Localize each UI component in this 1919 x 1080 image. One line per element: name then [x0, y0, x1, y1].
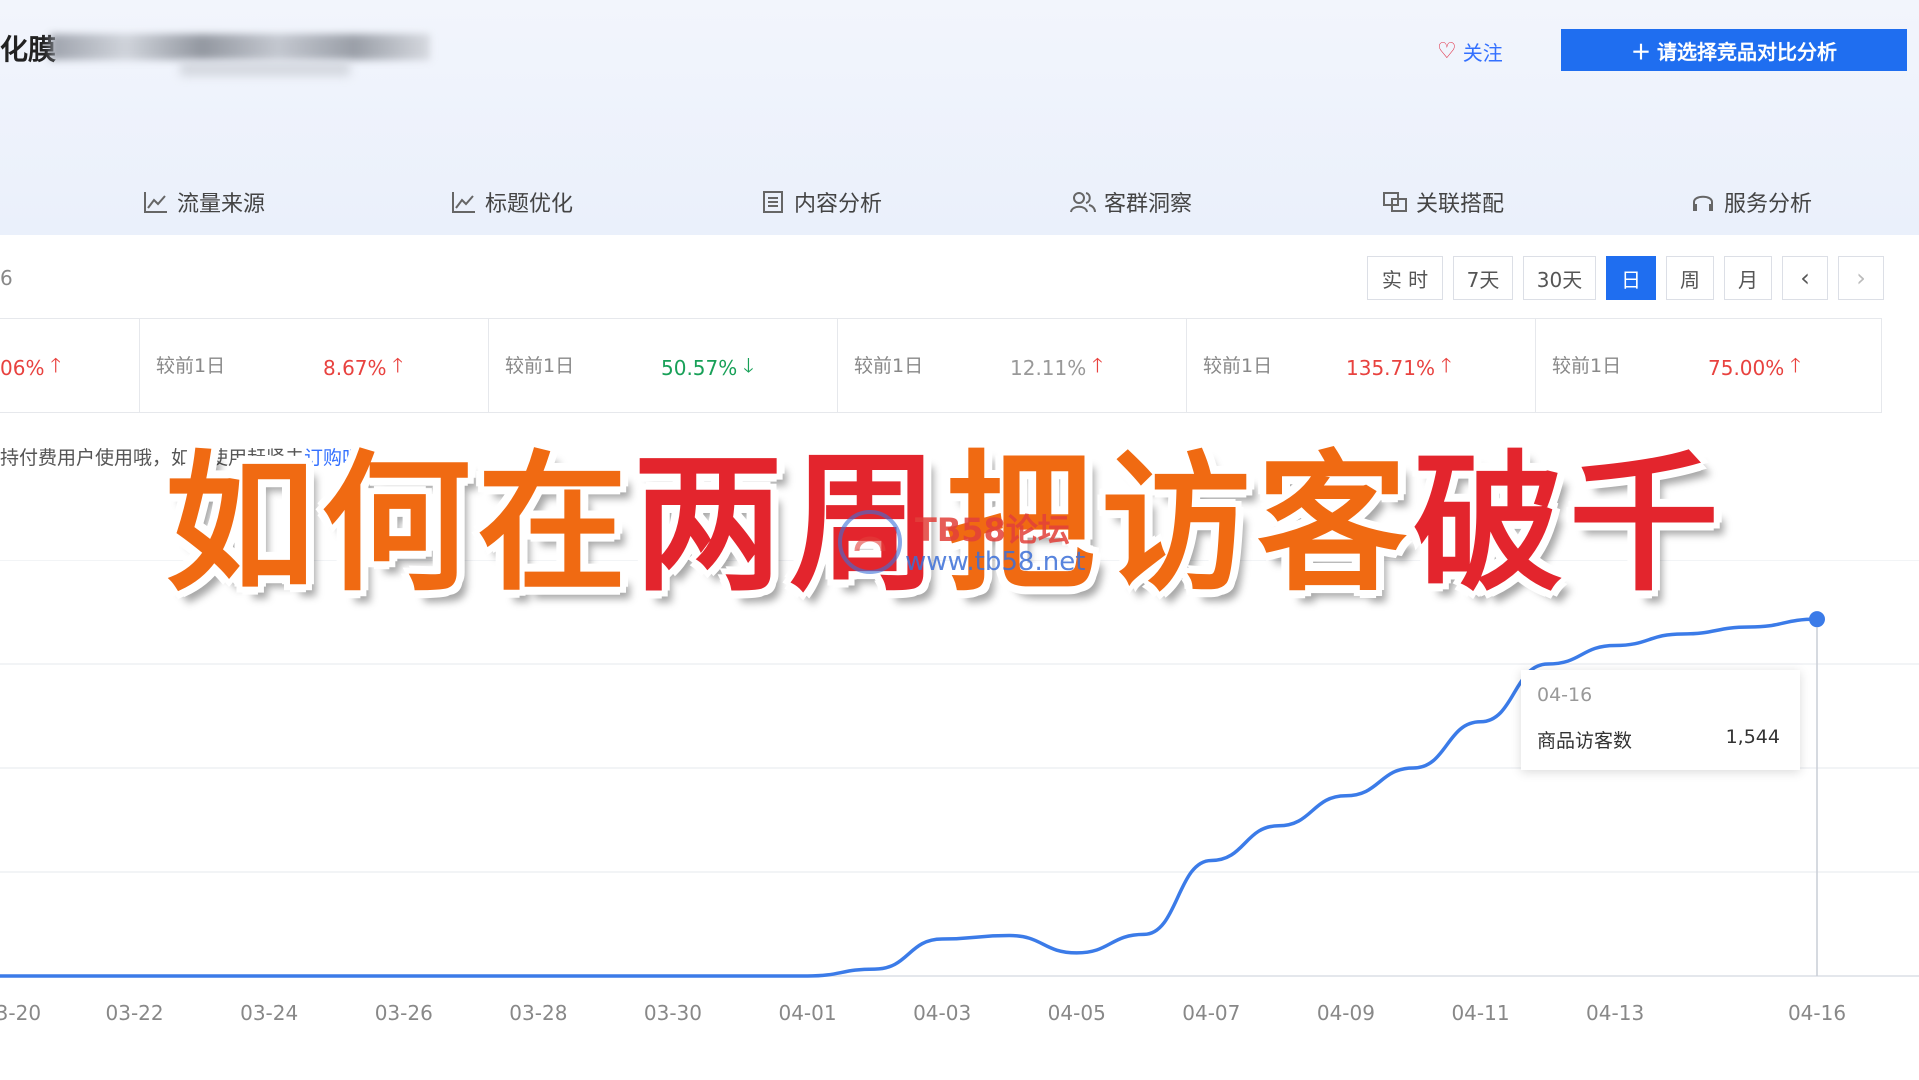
stat-label: 较前1日: [156, 355, 226, 377]
stat-label: 较前1日: [1552, 355, 1622, 377]
x-tick-label: 04-07: [1182, 1001, 1240, 1025]
document-icon: [763, 191, 783, 213]
headline-part-1: 如何在: [165, 438, 634, 612]
period-7day-button[interactable]: 7天: [1453, 256, 1513, 300]
tab-label: 流量来源: [177, 192, 266, 217]
follow-label: 关注: [1462, 40, 1503, 65]
stat-value: 75.00% 🡑: [1708, 351, 1801, 385]
stat-label: 较前1日: [505, 355, 575, 377]
tab-label: 关联搭配: [1416, 192, 1505, 217]
compare-label: 请选择竞品对比分析: [1657, 39, 1837, 64]
stat-cell: 较前1日 8.67% 🡑: [140, 319, 489, 412]
stat-value: 06% 🡑: [0, 351, 61, 385]
stat-label: 较前1日: [854, 355, 924, 377]
arrow-up-icon: 🡑: [50, 353, 61, 377]
stat-label: 较前1日: [1203, 355, 1273, 377]
tooltip-value: 1,544: [1725, 726, 1780, 748]
forum-watermark: TB58论坛 www.tb58.net: [835, 505, 1095, 585]
line-chart-icon: [452, 192, 475, 213]
header: 化膜 ♡ 关注 ＋ 请选择竞品对比分析: [0, 0, 1919, 120]
prev-period-button[interactable]: ‹: [1782, 256, 1828, 300]
x-tick-label: 03-24: [240, 1001, 298, 1025]
x-tick-label: 04-13: [1586, 1001, 1644, 1025]
toolbar-left-fragment: 6: [0, 266, 13, 290]
x-tick-label: 04-01: [778, 1001, 836, 1025]
visitor-line-chart: 03-20 03-22 03-24 03-26 03-28 03-30 04-01 04-03…: [0, 560, 1919, 1025]
arrow-down-icon: 🡓: [743, 353, 754, 377]
link-box-icon: [1383, 192, 1407, 212]
follow-button[interactable]: ♡ 关注: [1437, 36, 1503, 66]
chart-tooltip: 04-16 商品访客数 1,544: [1521, 670, 1800, 770]
analysis-tabs: 流量来源 标题优化 内容分析 客群洞察 关联搭配 服务分析: [0, 170, 1919, 234]
forum-logo-icon: [838, 510, 902, 574]
plus-icon: ＋: [1631, 39, 1651, 64]
headline-part-4: 破千: [1413, 438, 1726, 612]
stat-cell: 较前1日 135.71% 🡑: [1187, 319, 1536, 412]
tab-label: 客群洞察: [1104, 192, 1193, 217]
x-tick-label: 03-22: [106, 1001, 164, 1025]
watermark-line-1: TB58论坛: [915, 511, 1070, 549]
tab-label: 内容分析: [794, 192, 883, 217]
heart-icon: ♡: [1437, 38, 1457, 64]
tab-title-optimize[interactable]: 标题优化: [451, 186, 573, 218]
watermark-line-2: www.tb58.net: [905, 547, 1086, 577]
chevron-right-icon: ›: [1856, 264, 1866, 292]
arrow-up-icon: 🡑: [392, 353, 403, 377]
compare-analysis-button[interactable]: ＋ 请选择竞品对比分析: [1561, 29, 1907, 71]
chevron-left-icon: ‹: [1800, 264, 1810, 292]
period-realtime-button[interactable]: 实 时: [1367, 256, 1443, 300]
stat-cell: 较前1日 75.00% 🡑: [1536, 319, 1882, 412]
blurred-title-text-2: [180, 62, 350, 76]
period-day-button[interactable]: 日: [1606, 256, 1656, 300]
tab-audience-insight[interactable]: 客群洞察: [1070, 186, 1192, 218]
period-30day-button[interactable]: 30天: [1523, 256, 1596, 300]
x-tick-label: 04-05: [1048, 1001, 1106, 1025]
stat-cell: 较前1日 50.57% 🡓: [489, 319, 838, 412]
stat-value: 50.57% 🡓: [661, 351, 754, 385]
x-tick-label: 03-30: [644, 1001, 702, 1025]
line-chart-icon: [144, 192, 167, 213]
stat-cell: 06% 🡑: [0, 319, 140, 412]
tab-content-analysis[interactable]: 内容分析: [760, 186, 882, 218]
tab-related-match[interactable]: 关联搭配: [1382, 186, 1504, 218]
headset-icon: [1693, 195, 1713, 211]
tooltip-date: 04-16: [1537, 684, 1593, 706]
stat-value: 8.67% 🡑: [323, 351, 403, 385]
stat-cell: 较前1日 12.11% 🡑: [838, 319, 1187, 412]
tab-service-analysis[interactable]: 服务分析: [1690, 186, 1812, 218]
period-week-button[interactable]: 周: [1666, 256, 1714, 300]
x-tick-label: 03-20: [0, 1001, 41, 1025]
x-tick-label: 04-09: [1317, 1001, 1375, 1025]
blurred-title-text: [50, 34, 430, 60]
arrow-up-icon: 🡑: [1092, 353, 1103, 377]
users-icon: [1070, 192, 1096, 213]
arrow-up-icon: 🡑: [1790, 353, 1801, 377]
arrow-up-icon: 🡑: [1440, 353, 1452, 377]
x-tick-label: 04-03: [913, 1001, 971, 1025]
tab-label: 服务分析: [1724, 192, 1813, 217]
tooltip-label: 商品访客数: [1537, 730, 1633, 752]
product-title: 化膜: [0, 33, 57, 66]
tab-traffic-source[interactable]: 流量来源: [143, 186, 265, 218]
x-tick-label: 03-26: [375, 1001, 433, 1025]
x-tick-label: 04-11: [1451, 1001, 1509, 1025]
highlight-point[interactable]: [1809, 611, 1825, 628]
stats-row: 06% 🡑 较前1日 8.67% 🡑 较前1日 50.57% 🡓 较前1日 12.11…: [0, 318, 1882, 413]
stat-value: 135.71% 🡑: [1346, 351, 1451, 385]
tab-label: 标题优化: [485, 192, 574, 217]
x-tick-label: 04-16: [1788, 1001, 1846, 1025]
stat-value: 12.11% 🡑: [1010, 351, 1103, 385]
x-tick-label: 03-28: [509, 1001, 567, 1025]
next-period-button[interactable]: ›: [1838, 256, 1884, 300]
period-month-button[interactable]: 月: [1724, 256, 1772, 300]
